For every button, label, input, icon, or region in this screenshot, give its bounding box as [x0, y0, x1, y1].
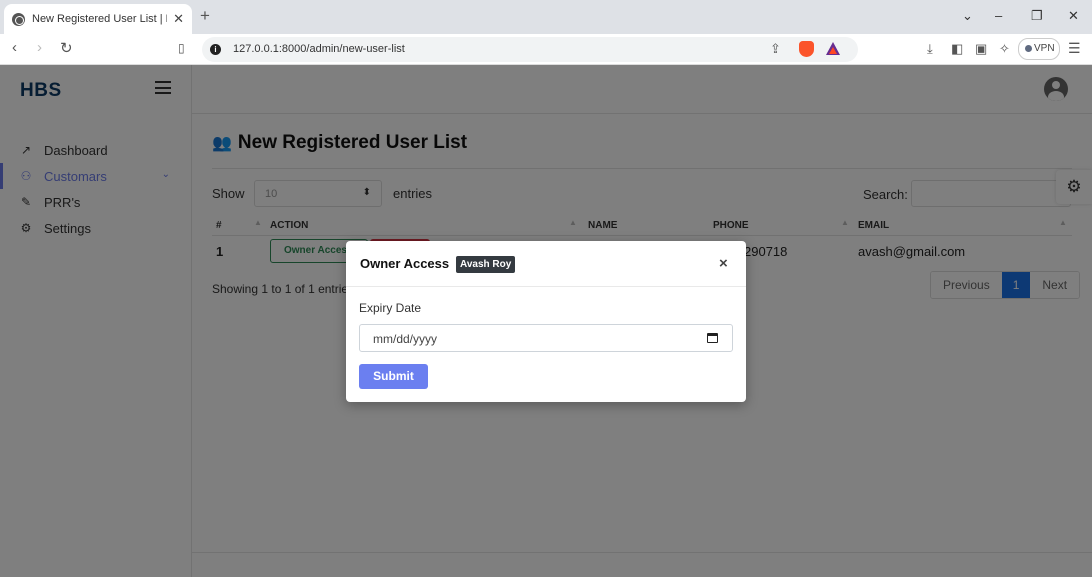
leo-ai-icon[interactable]: ✧: [999, 41, 1010, 57]
wallet-icon[interactable]: ▣: [975, 41, 987, 57]
url-text[interactable]: 127.0.0.1:8000/admin/new-user-list: [233, 43, 405, 55]
restore-icon[interactable]: ❐: [1031, 8, 1043, 24]
bookmark-icon[interactable]: ▯: [178, 41, 185, 55]
tab-close-icon[interactable]: ✕: [173, 11, 184, 27]
globe-icon: [12, 12, 25, 26]
modal-title: Owner Access: [360, 256, 450, 271]
browser-tabbar: New Registered User List | HBS ✕ + ⌄ – ❐…: [0, 0, 1092, 34]
minimize-icon[interactable]: –: [995, 8, 1002, 23]
browser-toolbar: ‹ › ↻ ▯ i 127.0.0.1:8000/admin/new-user-…: [0, 34, 1092, 65]
window-close-icon[interactable]: ✕: [1068, 8, 1079, 24]
new-tab-button[interactable]: +: [200, 6, 210, 26]
modal-header: Owner Access Avash Roy ×: [346, 241, 746, 287]
vpn-status-icon: [1025, 44, 1032, 52]
sidebar-toggle-icon[interactable]: ◧: [951, 41, 963, 57]
back-icon[interactable]: ‹: [12, 39, 17, 56]
download-icon[interactable]: ⤓: [927, 41, 933, 57]
calendar-icon[interactable]: [707, 333, 718, 343]
vpn-button[interactable]: VPN: [1018, 38, 1060, 60]
owner-access-modal: Owner Access Avash Roy × Expiry Date mm/…: [346, 241, 746, 402]
reload-icon[interactable]: ↻: [60, 39, 73, 57]
submit-button[interactable]: Submit: [359, 364, 428, 389]
brave-rewards-icon[interactable]: [826, 42, 840, 55]
menu-icon[interactable]: ☰: [1068, 40, 1081, 57]
share-icon[interactable]: ⇪: [770, 41, 781, 57]
site-info-icon[interactable]: i: [210, 44, 221, 55]
tab-title: New Registered User List | HBS: [32, 13, 167, 25]
vpn-label: VPN: [1034, 43, 1055, 54]
tab-search-icon[interactable]: ⌄: [962, 8, 973, 24]
date-placeholder: mm/dd/yyyy: [373, 332, 438, 346]
close-icon[interactable]: ×: [719, 255, 728, 272]
user-name-badge: Avash Roy: [456, 256, 516, 273]
brave-shield-icon[interactable]: [799, 41, 814, 57]
address-bar[interactable]: i 127.0.0.1:8000/admin/new-user-list ⇪: [202, 37, 858, 62]
browser-tab[interactable]: New Registered User List | HBS ✕: [4, 4, 192, 34]
expiry-date-label: Expiry Date: [359, 301, 422, 315]
forward-icon[interactable]: ›: [37, 39, 42, 56]
expiry-date-field[interactable]: mm/dd/yyyy: [359, 324, 733, 352]
